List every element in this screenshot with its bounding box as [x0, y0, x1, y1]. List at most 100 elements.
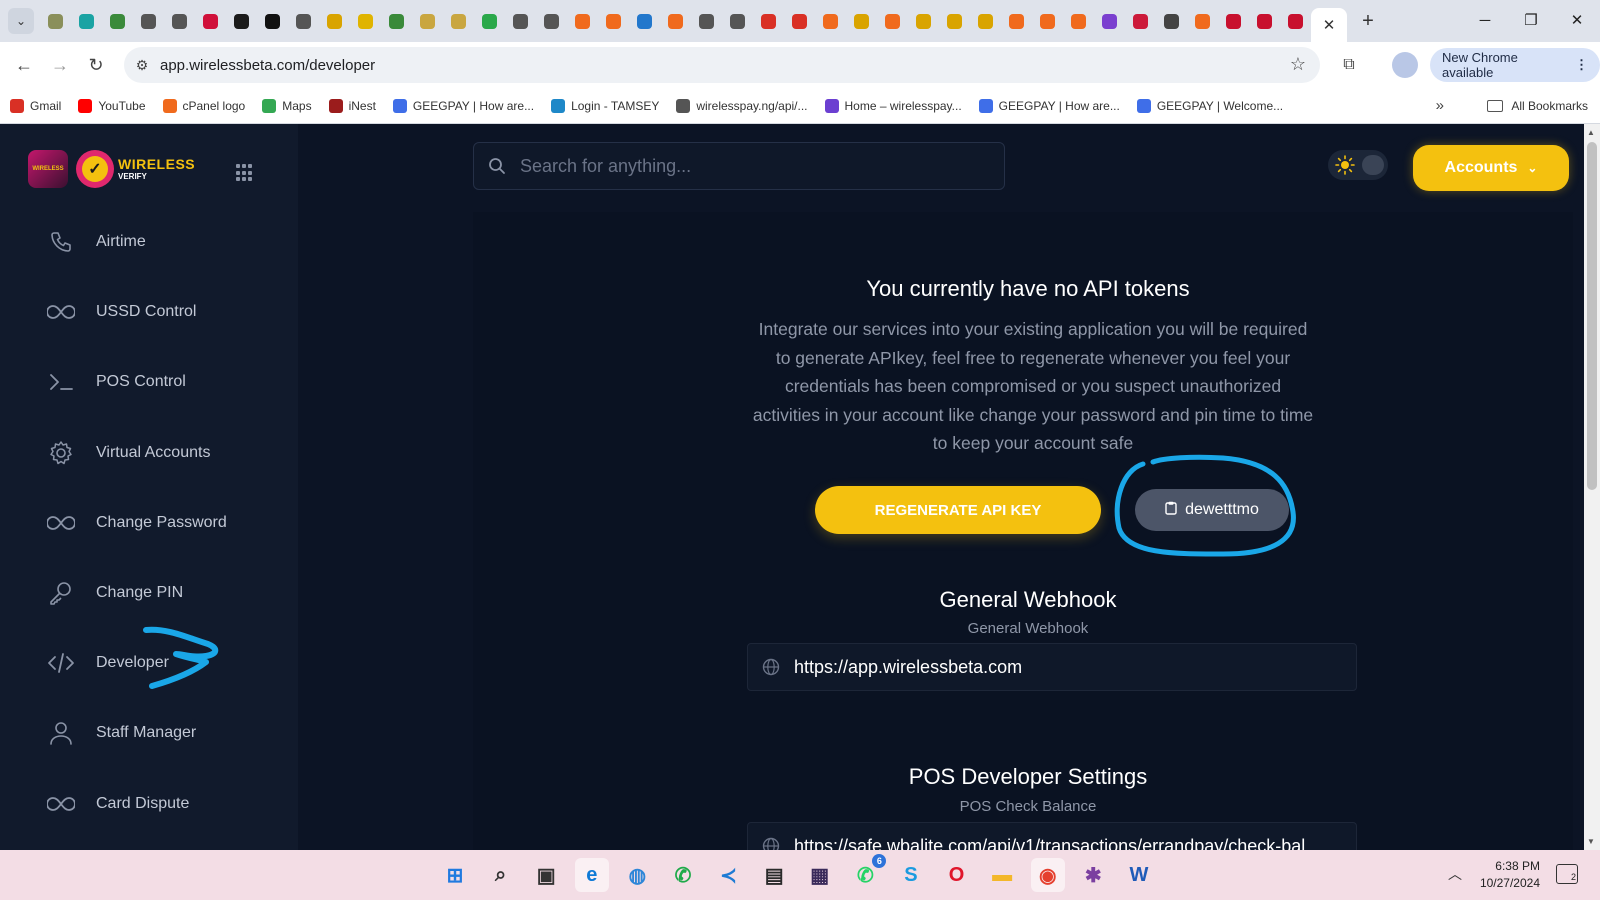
browser-tab[interactable]	[1094, 6, 1125, 36]
edge-icon[interactable]: e	[574, 858, 609, 892]
address-bar[interactable]: ⚙ app.wirelessbeta.com/developer ☆	[124, 47, 1320, 83]
bookmark-item[interactable]: GEEGPAY | How are...	[978, 98, 1120, 113]
bookmark-item[interactable]: GEEGPAY | Welcome...	[1136, 98, 1283, 113]
copy-token-button[interactable]: dewetttmo	[1135, 489, 1289, 531]
pos-check-balance-field[interactable]	[747, 822, 1357, 850]
minimize-icon[interactable]: ─	[1462, 0, 1508, 40]
pos-check-balance-input[interactable]	[794, 835, 1334, 850]
browser-tab[interactable]	[536, 6, 567, 36]
bookmark-item[interactable]: cPanel logo	[162, 98, 245, 113]
search-input[interactable]	[520, 155, 980, 177]
browser-tab[interactable]	[195, 6, 226, 36]
browser-tab[interactable]	[660, 6, 691, 36]
browser-tab[interactable]	[319, 6, 350, 36]
sidebar-item-staff-manager[interactable]: Staff Manager	[46, 715, 196, 751]
word-icon[interactable]: W	[1122, 858, 1156, 892]
whatsapp-icon[interactable]: ✆ 6	[848, 854, 887, 892]
browser-tab[interactable]	[71, 6, 102, 36]
system-clock[interactable]: 6:38 PM 10/27/2024	[1470, 858, 1540, 892]
notification-center-icon[interactable]: 2	[1556, 864, 1578, 884]
sticky-notes-icon[interactable]: ▤	[757, 858, 791, 892]
slack-icon[interactable]: ✱	[1076, 858, 1110, 892]
skype-icon[interactable]: S	[894, 858, 928, 892]
browser-tab[interactable]	[133, 6, 164, 36]
browser-tab[interactable]	[1125, 6, 1156, 36]
browser-tab[interactable]	[1280, 6, 1311, 36]
bookmark-item[interactable]: iNest	[328, 98, 376, 113]
vscode-icon[interactable]: ≺	[712, 858, 746, 892]
bookmark-item[interactable]: Maps	[262, 98, 312, 113]
browser-tab[interactable]	[350, 6, 381, 36]
browser-tab[interactable]	[1249, 6, 1280, 36]
browser-tab[interactable]	[815, 6, 846, 36]
scrollbar-thumb[interactable]	[1587, 142, 1597, 490]
kebab-menu-icon[interactable]: ⋮	[1575, 57, 1588, 73]
site-info-icon[interactable]: ⚙	[124, 57, 160, 74]
search-icon[interactable]: ⌕	[484, 858, 518, 892]
browser-tab[interactable]	[443, 6, 474, 36]
page-scrollbar[interactable]: ▲ ▼	[1584, 124, 1600, 850]
close-tab-icon[interactable]: ✕	[1323, 16, 1336, 34]
sidebar-item-ussd-control[interactable]: USSD Control	[46, 294, 196, 330]
bookmark-item[interactable]: Gmail	[10, 98, 61, 113]
tab-search-chevron-icon[interactable]: ⌄	[8, 8, 34, 34]
browser-tab[interactable]	[567, 6, 598, 36]
browser-tab[interactable]	[474, 6, 505, 36]
browser-tab[interactable]	[1156, 6, 1187, 36]
browser-tab[interactable]	[40, 6, 71, 36]
task-view-icon[interactable]: ▣	[529, 858, 563, 892]
profile-avatar[interactable]	[1392, 52, 1418, 78]
scroll-down-arrow-icon[interactable]: ▼	[1587, 837, 1595, 846]
back-arrow-icon[interactable]: ←	[6, 47, 42, 83]
forward-arrow-icon[interactable]: →	[42, 47, 78, 83]
browser-tab[interactable]	[722, 6, 753, 36]
general-webhook-field[interactable]	[747, 643, 1357, 691]
globe-app-icon[interactable]: ◍	[620, 858, 654, 892]
browser-tab[interactable]	[970, 6, 1001, 36]
sidebar-item-change-pin[interactable]: Change PIN	[46, 575, 183, 611]
browser-tab[interactable]	[598, 6, 629, 36]
bookmark-item[interactable]: wirelesspay.ng/api/...	[676, 98, 808, 113]
regenerate-api-key-button[interactable]: REGENERATE API KEY	[815, 486, 1101, 534]
browser-tab[interactable]	[629, 6, 660, 36]
browser-tab[interactable]	[257, 6, 288, 36]
sidebar-item-pos-control[interactable]: POS Control	[46, 364, 186, 400]
file-explorer-icon[interactable]: ▬	[985, 858, 1019, 892]
browser-tab[interactable]	[226, 6, 257, 36]
browser-tab[interactable]	[1187, 6, 1218, 36]
search-bar[interactable]	[473, 142, 1005, 190]
bookmark-item[interactable]: Home – wirelesspay...	[824, 98, 962, 113]
bookmark-star-icon[interactable]: ☆	[1290, 54, 1306, 75]
chrome-icon[interactable]: ◉	[1030, 858, 1065, 892]
browser-tab[interactable]	[164, 6, 195, 36]
active-tab[interactable]: ✕	[1311, 8, 1347, 42]
opera-icon[interactable]: O	[940, 858, 974, 892]
browser-tab[interactable]	[1218, 6, 1249, 36]
sidebar-item-airtime[interactable]: Airtime	[46, 224, 146, 260]
new-chrome-available-button[interactable]: New Chrome available ⋮	[1430, 48, 1600, 82]
bookmark-item[interactable]: YouTube	[78, 98, 146, 113]
browser-tab[interactable]	[412, 6, 443, 36]
browser-tab[interactable]	[1032, 6, 1063, 36]
apps-grid-icon[interactable]	[236, 164, 254, 182]
theme-toggle[interactable]	[1328, 150, 1388, 180]
browser-tab[interactable]	[691, 6, 722, 36]
browser-tab[interactable]	[784, 6, 815, 36]
close-window-icon[interactable]: ✕	[1554, 0, 1600, 40]
new-tab-button[interactable]: +	[1353, 6, 1383, 36]
gallery-app-icon[interactable]: ▦	[803, 858, 837, 892]
windows-start-icon[interactable]: ⊞	[438, 858, 472, 892]
sidebar-item-change-password[interactable]: Change Password	[46, 505, 227, 541]
browser-tab[interactable]	[877, 6, 908, 36]
browser-tab[interactable]	[102, 6, 133, 36]
browser-tab[interactable]	[381, 6, 412, 36]
extensions-puzzle-icon[interactable]: ⧉	[1334, 50, 1364, 80]
bookmark-item[interactable]: GEEGPAY | How are...	[392, 98, 534, 113]
all-bookmarks-button[interactable]: All Bookmarks	[1487, 99, 1588, 113]
browser-tab[interactable]	[1001, 6, 1032, 36]
scroll-up-arrow-icon[interactable]: ▲	[1587, 128, 1595, 137]
tray-chevron-up-icon[interactable]: ︿	[1448, 864, 1462, 884]
browser-tab[interactable]	[1063, 6, 1094, 36]
reload-icon[interactable]: ↻	[78, 47, 114, 83]
browser-tab[interactable]	[908, 6, 939, 36]
